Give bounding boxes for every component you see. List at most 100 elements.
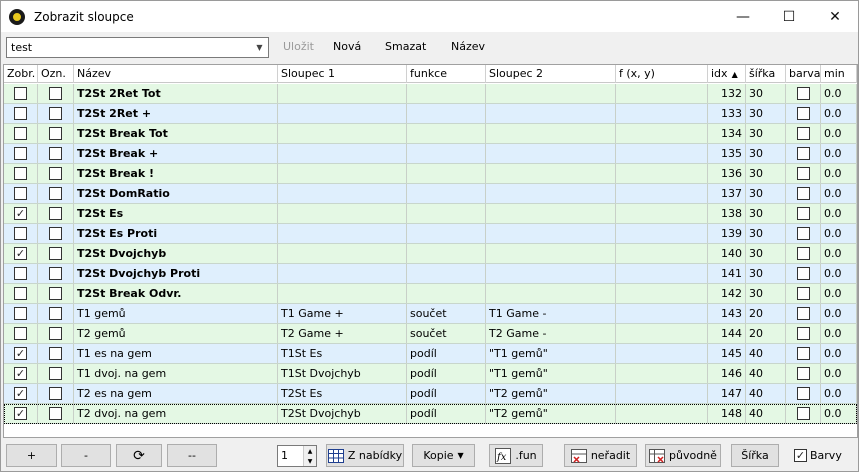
column2-cell[interactable] (486, 204, 616, 223)
mark-checkbox[interactable] (49, 407, 62, 420)
function-cell[interactable] (407, 184, 486, 203)
width-cell[interactable]: 40 (746, 364, 786, 383)
min-cell[interactable]: 0.0 (821, 164, 857, 183)
function-cell[interactable]: součet (407, 324, 486, 343)
fxy-cell[interactable] (616, 204, 708, 223)
table-row[interactable]: T2 gemů T2 Game + součet T2 Game - 144 20 0.0 (4, 324, 857, 344)
column1-cell[interactable]: T2St Dvojchyb (278, 404, 407, 423)
table-row[interactable]: T2St DomRatio 137 30 0.0 (4, 184, 857, 204)
column2-cell[interactable] (486, 244, 616, 263)
min-cell[interactable]: 0.0 (821, 284, 857, 303)
min-cell[interactable]: 0.0 (821, 244, 857, 263)
show-checkbox[interactable] (14, 307, 27, 320)
idx-cell[interactable]: 132 (708, 84, 746, 103)
table-row[interactable]: T2St Es Proti 139 30 0.0 (4, 224, 857, 244)
column-header-col1[interactable]: Sloupec 1 (278, 65, 407, 83)
color-checkbox[interactable] (796, 267, 810, 280)
min-cell[interactable]: 0.0 (821, 204, 857, 223)
fxy-cell[interactable] (616, 264, 708, 283)
column2-cell[interactable] (486, 264, 616, 283)
column-header-idx[interactable]: idx ▲ (708, 65, 746, 83)
idx-cell[interactable]: 141 (708, 264, 746, 283)
maximize-button[interactable]: ☐ (766, 1, 812, 32)
idx-cell[interactable]: 138 (708, 204, 746, 223)
min-cell[interactable]: 0.0 (821, 264, 857, 283)
idx-cell[interactable]: 134 (708, 124, 746, 143)
mark-checkbox[interactable] (49, 267, 62, 280)
name-cell[interactable]: T2St 2Ret + (74, 104, 278, 123)
column2-cell[interactable] (486, 184, 616, 203)
show-checkbox[interactable] (14, 147, 27, 160)
fxy-cell[interactable] (616, 244, 708, 263)
fxy-cell[interactable] (616, 384, 708, 403)
name-cell[interactable]: T2St Es (74, 204, 278, 223)
min-cell[interactable]: 0.0 (821, 144, 857, 163)
min-cell[interactable]: 0.0 (821, 104, 857, 123)
width-cell[interactable]: 30 (746, 244, 786, 263)
name-cell[interactable]: T2St Dvojchyb Proti (74, 264, 278, 283)
show-checkbox[interactable]: ✓ (14, 367, 27, 380)
width-cell[interactable]: 40 (746, 384, 786, 403)
color-checkbox[interactable] (796, 387, 810, 400)
table-row[interactable]: ✓ T2 dvoj. na gem T2St Dvojchyb podíl "T2 ge… (4, 404, 857, 424)
from-menu-button[interactable]: Z nabídky (326, 444, 404, 467)
fxy-cell[interactable] (616, 164, 708, 183)
min-cell[interactable]: 0.0 (821, 404, 857, 423)
function-cell[interactable] (407, 244, 486, 263)
idx-cell[interactable]: 145 (708, 344, 746, 363)
show-checkbox[interactable] (14, 187, 27, 200)
idx-cell[interactable]: 142 (708, 284, 746, 303)
mark-checkbox[interactable] (49, 227, 62, 240)
show-checkbox[interactable] (14, 267, 27, 280)
show-checkbox[interactable] (14, 87, 27, 100)
fxy-cell[interactable] (616, 284, 708, 303)
mark-checkbox[interactable] (49, 87, 62, 100)
mark-checkbox[interactable] (49, 207, 62, 220)
color-checkbox[interactable] (796, 227, 810, 240)
function-cell[interactable]: součet (407, 304, 486, 323)
table-row[interactable]: T2St 2Ret Tot 132 30 0.0 (4, 84, 857, 104)
function-cell[interactable]: podíl (407, 404, 486, 423)
fxy-cell[interactable] (616, 304, 708, 323)
min-cell[interactable]: 0.0 (821, 124, 857, 143)
column1-cell[interactable] (278, 264, 407, 283)
idx-cell[interactable]: 140 (708, 244, 746, 263)
table-row[interactable]: ✓ T1 es na gem T1St Es podíl "T1 gemů" 145 40 0… (4, 344, 857, 364)
show-checkbox[interactable] (14, 107, 27, 120)
mark-checkbox[interactable] (49, 127, 62, 140)
color-checkbox[interactable] (796, 367, 810, 380)
fxy-cell[interactable] (616, 124, 708, 143)
color-checkbox[interactable] (796, 87, 810, 100)
table-row[interactable]: T2St Dvojchyb Proti 141 30 0.0 (4, 264, 857, 284)
column2-cell[interactable]: "T2 gemů" (486, 404, 616, 423)
table-row[interactable]: ✓ T2St Dvojchyb 140 30 0.0 (4, 244, 857, 264)
mark-checkbox[interactable] (49, 187, 62, 200)
fxy-cell[interactable] (616, 104, 708, 123)
mark-checkbox[interactable] (49, 347, 62, 360)
function-cell[interactable]: podíl (407, 384, 486, 403)
table-row[interactable]: ✓ T2St Es 138 30 0.0 (4, 204, 857, 224)
mark-checkbox[interactable] (49, 307, 62, 320)
column1-cell[interactable] (278, 204, 407, 223)
show-checkbox[interactable] (14, 227, 27, 240)
fxy-cell[interactable] (616, 184, 708, 203)
function-cell[interactable] (407, 224, 486, 243)
width-button[interactable]: Šířka (731, 444, 779, 467)
color-checkbox[interactable] (796, 107, 810, 120)
min-cell[interactable]: 0.0 (821, 84, 857, 103)
column-header-func[interactable]: funkce (407, 65, 486, 83)
min-cell[interactable]: 0.0 (821, 324, 857, 343)
close-button[interactable]: ✕ (812, 1, 858, 32)
mark-checkbox[interactable] (49, 107, 62, 120)
function-cell[interactable] (407, 264, 486, 283)
color-checkbox[interactable] (796, 247, 810, 260)
rename-button[interactable]: Název (451, 40, 485, 53)
fxy-cell[interactable] (616, 144, 708, 163)
show-checkbox[interactable]: ✓ (14, 407, 27, 420)
colors-checkbox[interactable]: ✓ Barvy (794, 449, 842, 462)
column2-cell[interactable] (486, 84, 616, 103)
color-checkbox[interactable] (796, 207, 810, 220)
fxy-cell[interactable] (616, 324, 708, 343)
column1-cell[interactable]: T1 Game + (278, 304, 407, 323)
original-button[interactable]: původně (645, 444, 721, 467)
